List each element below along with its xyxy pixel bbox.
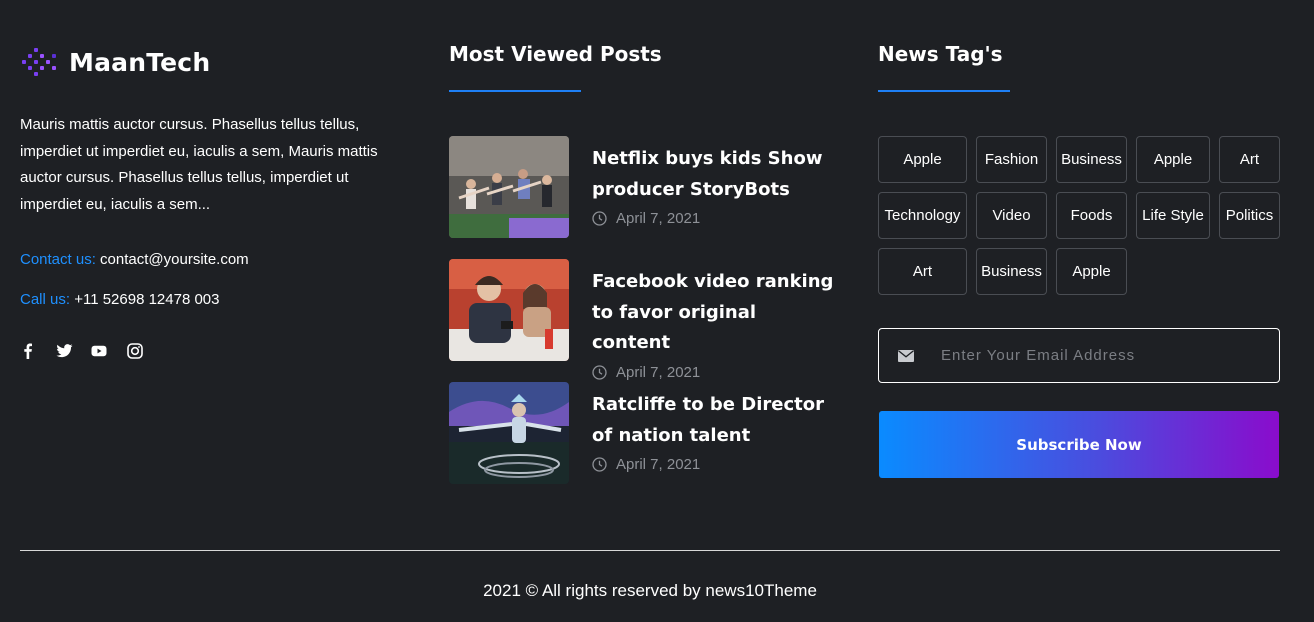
post-date-text: April 7, 2021 (616, 210, 701, 227)
post-title[interactable]: Netflix buys kids Show producer StoryBot… (592, 144, 837, 205)
post-date-text: April 7, 2021 (616, 363, 701, 381)
tag-link[interactable]: Life Style (1136, 192, 1210, 239)
instagram-icon (126, 343, 143, 359)
most-viewed-list: Netflix buys kids Show producer StoryBot… (449, 136, 839, 484)
tag-link[interactable]: Apple (878, 136, 967, 183)
most-viewed-column: Most Viewed Posts Netflix buys kids Show… (449, 40, 839, 505)
tag-link[interactable]: Video (976, 192, 1047, 239)
email-input[interactable] (939, 346, 1259, 365)
post-body: Facebook video ranking to favor original… (592, 259, 837, 381)
footer-about-column: MaanTech Mauris mattis auctor cursus. Ph… (20, 40, 410, 360)
post-item: Ratcliffe to be Director of nation talen… (449, 382, 839, 484)
clock-icon (592, 457, 607, 472)
post-body: Ratcliffe to be Director of nation talen… (592, 382, 837, 484)
copyright-text: 2021 © All rights reserved by news10Them… (483, 581, 817, 600)
heading-underline (878, 90, 1010, 92)
post-item: Netflix buys kids Show producer StoryBot… (449, 136, 839, 238)
tag-link[interactable]: Apple (1136, 136, 1210, 183)
tag-link[interactable]: Art (878, 248, 967, 295)
yoga-class-image (449, 136, 569, 238)
news-tags-heading: News Tag's (878, 42, 1003, 66)
tag-link[interactable]: Art (1219, 136, 1280, 183)
performer-image (449, 382, 569, 484)
post-date: April 7, 2021 (592, 364, 837, 381)
footer-divider (20, 550, 1280, 551)
post-body: Netflix buys kids Show producer StoryBot… (592, 136, 837, 238)
twitter-icon (56, 344, 72, 358)
contact-email-label: Contact us: (20, 251, 96, 268)
heading-underline (449, 90, 581, 92)
teens-phone-image (449, 259, 569, 361)
post-date: April 7, 2021 (592, 456, 837, 473)
social-links (20, 342, 410, 360)
contact-email-link[interactable]: contact@yoursite.com (100, 251, 249, 268)
post-date: April 7, 2021 (592, 210, 837, 227)
post-date-text: April 7, 2021 (616, 456, 701, 473)
logo[interactable]: MaanTech (20, 40, 410, 84)
post-thumbnail[interactable] (449, 136, 569, 238)
subscribe-button[interactable]: Subscribe Now (879, 411, 1279, 478)
post-title[interactable]: Facebook video ranking to favor original… (592, 267, 837, 359)
contact-phone-label: Call us: (20, 291, 71, 308)
instagram-link[interactable] (126, 342, 163, 360)
clock-icon (592, 211, 607, 226)
envelope-icon (898, 349, 914, 362)
twitter-link[interactable] (56, 342, 92, 360)
about-text: Mauris mattis auctor cursus. Phasellus t… (20, 116, 378, 213)
facebook-icon (24, 343, 32, 359)
tag-link[interactable]: Politics (1219, 192, 1280, 239)
contact-phone: Call us: +11 52698 12478 003 (20, 290, 410, 310)
tag-cloud: Apple Fashion Business Apple Art Technol… (878, 136, 1282, 295)
newsletter-email-field (878, 328, 1280, 383)
clock-icon (592, 364, 607, 380)
post-title[interactable]: Ratcliffe to be Director of nation talen… (592, 390, 837, 451)
most-viewed-heading: Most Viewed Posts (449, 42, 662, 66)
post-thumbnail[interactable] (449, 259, 569, 361)
brand-name: MaanTech (69, 47, 211, 77)
logo-mark-icon (22, 48, 56, 76)
site-footer: MaanTech Mauris mattis auctor cursus. Ph… (0, 0, 1314, 622)
post-item: Facebook video ranking to favor original… (449, 259, 839, 381)
post-thumbnail[interactable] (449, 382, 569, 484)
tag-link[interactable]: Technology (878, 192, 967, 239)
tag-link[interactable]: Business (1056, 136, 1127, 183)
facebook-link[interactable] (20, 342, 56, 360)
tag-link[interactable]: Foods (1056, 192, 1127, 239)
youtube-icon (91, 345, 107, 357)
contact-phone-link[interactable]: +11 52698 12478 003 (74, 291, 219, 308)
news-tags-column: News Tag's Apple Fashion Business Apple … (878, 40, 1282, 478)
contact-email: Contact us: contact@yoursite.com (20, 250, 410, 270)
tag-link[interactable]: Apple (1056, 248, 1127, 295)
youtube-link[interactable] (91, 342, 127, 360)
tag-link[interactable]: Business (976, 248, 1047, 295)
tag-link[interactable]: Fashion (976, 136, 1047, 183)
